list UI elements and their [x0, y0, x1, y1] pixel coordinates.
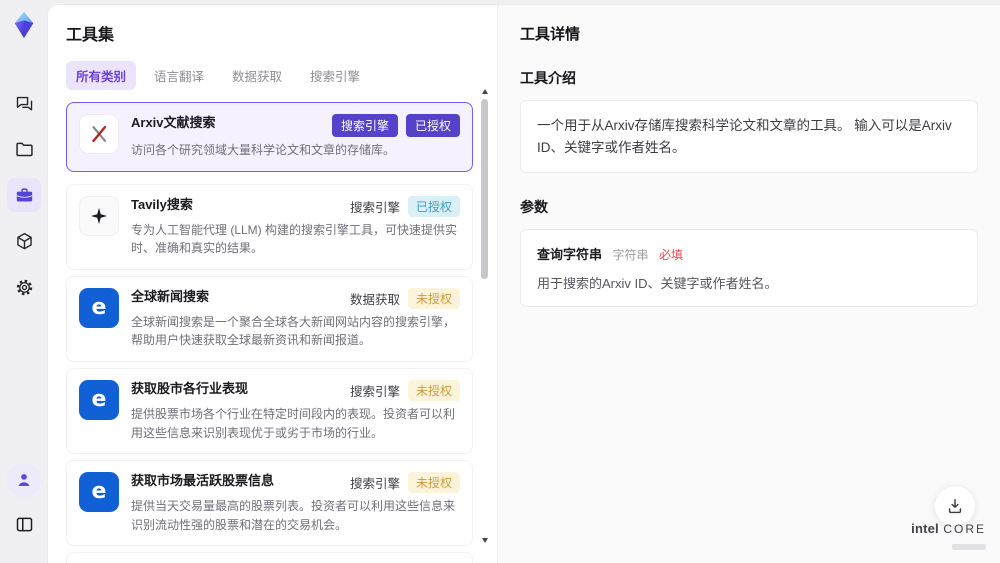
news-icon: e [79, 472, 119, 513]
app-window: 工具集 所有类别 语言翻译 数据获取 搜索引擎 Arxiv文献搜索 搜索引擎 已… [0, 0, 1000, 563]
tool-list-item[interactable]: Tavily搜索 搜索引擎 已授权 专为人工智能代理 (LLM) 构建的搜索引擎… [66, 183, 473, 270]
tool-title: 全球新闻搜索 [131, 288, 210, 304]
scroll-up-arrow[interactable] [482, 89, 488, 94]
tool-title: 获取市场最活跃股票信息 [131, 473, 275, 489]
detail-title: 工具详情 [520, 26, 581, 43]
tool-list-item[interactable]: 万维地区新闻查询 搜索引擎 未授权 查询具体行政区划内的新闻，快速了解各地新闻动 [66, 552, 473, 563]
tool-list-panel: 工具集 所有类别 语言翻译 数据获取 搜索引擎 Arxiv文献搜索 搜索引擎 已… [48, 5, 497, 563]
intro-box: 一个用于从Arxiv存储库搜索科学论文和文章的工具。 输入可以是Arxiv ID… [520, 100, 978, 174]
category-tab[interactable]: 数据获取 [222, 61, 292, 90]
tool-list-item[interactable]: e 获取股市各行业表现 搜索引擎 未授权 提供股票市场各个行业在特定时间段内的表… [66, 367, 473, 455]
sidebar-item-toggle-panel[interactable] [7, 507, 41, 541]
sidebar-item-tools[interactable] [7, 178, 41, 212]
tool-status-badge: 已授权 [407, 195, 460, 217]
arxiv-icon [79, 114, 119, 154]
param-required-badge: 必填 [658, 248, 683, 263]
news-icon: e [79, 287, 119, 328]
intel-product-text: core [943, 521, 986, 536]
scrollbar [480, 89, 490, 543]
tool-description: 专为人工智能代理 (LLM) 构建的搜索引擎工具，可快速提供实时、准确和真实的结… [131, 222, 458, 256]
tool-content: 获取股市各行业表现 搜索引擎 未授权 提供股票市场各个行业在特定时间段内的表现。… [131, 379, 460, 442]
sidebar-panel-icon [14, 514, 35, 535]
tavily-icon [79, 195, 119, 236]
tool-status-badge: 未授权 [407, 287, 460, 309]
chat-icon [14, 93, 35, 114]
tool-list: Arxiv文献搜索 搜索引擎 已授权 访问各个研究领域大量科学论文和文章的存储库… [66, 102, 473, 563]
tool-list-item[interactable]: Arxiv文献搜索 搜索引擎 已授权 访问各个研究领域大量科学论文和文章的存储库… [66, 102, 473, 172]
tool-description: 全球新闻搜索是一个聚合全球各大新闻网站内容的搜索引擎，帮助用户快速获取全球最新资… [131, 314, 456, 348]
tool-list-item[interactable]: e 全球新闻搜索 数据获取 未授权 全球新闻搜索是一个聚合全球各大新闻网站内容的… [66, 275, 473, 362]
tool-category-badge: 数据获取 [349, 292, 400, 307]
params-heading: 参数 [520, 199, 548, 216]
sidebar-item-models[interactable] [7, 224, 41, 258]
param-description: 用于搜索的Arxiv ID、关键字或作者姓名。 [537, 276, 778, 292]
intel-brand-text: intel [911, 520, 939, 536]
news-icon: e [79, 379, 119, 420]
intro-heading: 工具介绍 [520, 70, 576, 86]
gem-logo-icon [14, 11, 34, 39]
tool-description: 提供股票市场各个行业在特定时间段内的表现。投资者可以利用这些信息来识别表现优于或… [131, 406, 456, 440]
scrollbar-thumb[interactable] [481, 99, 488, 279]
gear-icon [14, 277, 35, 298]
category-tab[interactable]: 搜索引擎 [300, 61, 370, 90]
cube-icon [14, 231, 35, 252]
tool-category-badge: 搜索引擎 [349, 384, 400, 399]
param-type: 字符串 [612, 248, 649, 263]
param-item: 查询字符串 字符串 必填 用于搜索的Arxiv ID、关键字或作者姓名。 [537, 244, 961, 292]
tool-description: 提供当天交易量最高的股票列表。投资者可以利用这些信息来识别流动性强的股票和潜在的… [131, 499, 456, 532]
tool-content: Tavily搜索 搜索引擎 已授权 专为人工智能代理 (LLM) 构建的搜索引擎… [131, 195, 460, 258]
tool-status-badge: 已授权 [405, 114, 460, 137]
sidebar-item-settings[interactable] [7, 270, 41, 304]
scroll-down-arrow[interactable] [482, 538, 488, 543]
tool-detail-panel: 工具详情 工具介绍 一个用于从Arxiv存储库搜索科学论文和文章的工具。 输入可… [497, 5, 1000, 563]
person-icon [14, 470, 34, 490]
sidebar-item-chat[interactable] [7, 86, 41, 120]
category-tab[interactable]: 所有类别 [66, 61, 137, 90]
category-tab[interactable]: 语言翻译 [144, 61, 214, 90]
tool-list-item[interactable]: e 获取市场最活跃股票信息 搜索引擎 未授权 提供当天交易量最高的股票列表。投资… [66, 460, 473, 547]
tool-status-badge: 未授权 [407, 379, 460, 401]
tool-status-badge: 未授权 [407, 472, 460, 494]
category-tabs: 所有类别 语言翻译 数据获取 搜索引擎 [66, 61, 473, 90]
tool-category-badge: 搜索引擎 [349, 200, 400, 215]
download-icon [945, 496, 965, 516]
page-title: 工具集 [66, 27, 115, 44]
tool-category-badge: 搜索引擎 [331, 114, 398, 137]
tool-title: 获取股市各行业表现 [131, 380, 249, 396]
main-content: 工具集 所有类别 语言翻译 数据获取 搜索引擎 Arxiv文献搜索 搜索引擎 已… [48, 5, 1000, 563]
sidebar-item-files[interactable] [7, 132, 41, 166]
tool-content: 获取市场最活跃股票信息 搜索引擎 未授权 提供当天交易量最高的股票列表。投资者可… [131, 472, 460, 534]
tool-content: Arxiv文献搜索 搜索引擎 已授权 访问各个研究领域大量科学论文和文章的存储库… [131, 114, 460, 160]
intro-text: 一个用于从Arxiv存储库搜索科学论文和文章的工具。 输入可以是Arxiv ID… [537, 118, 952, 155]
tool-title: Tavily搜索 [131, 196, 193, 212]
folder-icon [14, 139, 35, 160]
app-logo[interactable] [9, 10, 39, 40]
intel-core-logo: intel core [911, 520, 986, 555]
tool-content: 全球新闻搜索 数据获取 未授权 全球新闻搜索是一个聚合全球各大新闻网站内容的搜索… [131, 287, 460, 350]
tool-title: Arxiv文献搜索 [131, 115, 216, 130]
intel-sub-mark [952, 544, 986, 551]
tool-description: 访问各个研究领域大量科学论文和文章的存储库。 [131, 143, 396, 157]
params-box: 查询字符串 字符串 必填 用于搜索的Arxiv ID、关键字或作者姓名。 [520, 229, 978, 308]
briefcase-icon [14, 185, 35, 206]
sidebar-item-account[interactable] [7, 463, 41, 497]
tool-category-badge: 搜索引擎 [349, 477, 400, 492]
nav-rail [0, 0, 48, 563]
nav-rail-bottom [7, 463, 41, 553]
param-name: 查询字符串 [537, 247, 603, 263]
